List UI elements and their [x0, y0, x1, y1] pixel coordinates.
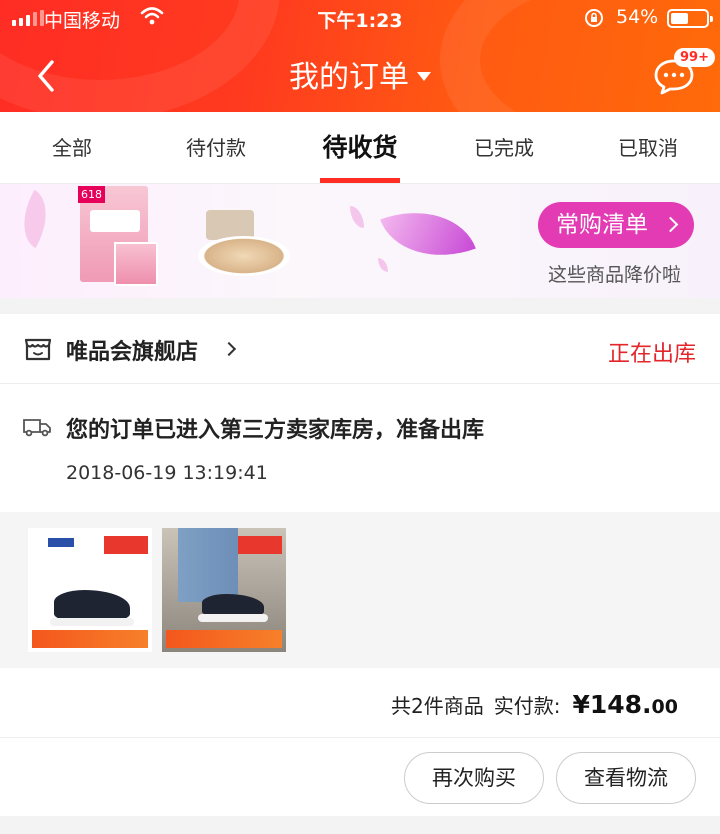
frequent-purchases-label: 常购清单	[556, 212, 648, 238]
promo-banner[interactable]: 618 常购清单 这些商品降价啦	[0, 184, 720, 298]
store-name: 唯品会旗舰店	[66, 340, 199, 365]
battery-percent: 54%	[616, 6, 659, 28]
view-logistics-button[interactable]: 查看物流	[556, 752, 696, 804]
status-time: 下午1:23	[317, 10, 403, 32]
order-items[interactable]	[0, 512, 720, 668]
sneaker-image	[50, 590, 134, 626]
petal-decoration	[380, 192, 476, 276]
battery-icon	[667, 9, 713, 28]
page-title-text: 我的订单	[289, 60, 409, 95]
snack-plate-image	[198, 236, 290, 276]
promo-tag	[238, 536, 282, 554]
petal-decoration	[9, 189, 61, 249]
tab-cancelled[interactable]: 已取消	[576, 112, 720, 183]
shipping-info[interactable]: 您的订单已进入第三方卖家库房，准备出库 2018-06-19 13:19:41	[0, 384, 720, 512]
tab-label: 已完成	[474, 136, 534, 160]
caret-down-icon	[417, 72, 431, 81]
tab-pending-receipt[interactable]: 待收货	[288, 112, 432, 183]
store-row[interactable]: 唯品会旗舰店 正在出库	[0, 314, 720, 384]
tab-label: 待收货	[322, 133, 398, 162]
tab-label: 已取消	[618, 136, 678, 160]
jeans-image	[178, 528, 238, 602]
message-count-badge: 99+	[674, 48, 715, 67]
item-count: 共2件商品	[390, 694, 484, 718]
status-bar: 中国移动 下午1:23 54%	[0, 0, 720, 36]
chevron-right-icon	[221, 341, 237, 357]
petal-decoration	[350, 206, 364, 228]
paid-amount: ¥148.	[572, 690, 652, 719]
product-thumbnail[interactable]	[162, 528, 286, 652]
tab-label: 待付款	[186, 136, 246, 160]
rotation-lock-icon	[585, 9, 603, 27]
tab-label: 全部	[52, 136, 92, 160]
buy-again-button[interactable]: 再次购买	[404, 752, 544, 804]
tab-all[interactable]: 全部	[0, 112, 144, 183]
promo-footer-strip	[32, 630, 148, 648]
order-total-row: 共2件商品 实付款: ¥148. 00	[0, 668, 720, 738]
promo-618-tag: 618	[78, 186, 105, 203]
shipping-message: 您的订单已进入第三方卖家库房，准备出库	[66, 418, 485, 443]
product-thumbnail[interactable]	[28, 528, 152, 652]
promo-footer-strip	[166, 630, 282, 648]
milk-small-image	[114, 242, 158, 286]
paid-label: 实付款:	[493, 694, 561, 718]
petal-decoration	[378, 258, 388, 272]
tab-completed[interactable]: 已完成	[432, 112, 576, 183]
store-icon	[24, 338, 52, 361]
banner-subtitle: 这些商品降价啦	[548, 264, 682, 286]
tab-pending-payment[interactable]: 待付款	[144, 112, 288, 183]
page-title[interactable]: 我的订单	[0, 52, 720, 96]
order-total: 共2件商品 实付款: ¥148. 00	[391, 690, 678, 719]
brand-logo	[48, 538, 74, 547]
active-tab-indicator	[320, 178, 400, 183]
order-tabs: 全部 待付款 待收货 已完成 已取消	[0, 112, 720, 184]
chevron-right-icon	[662, 216, 679, 233]
order-card: 唯品会旗舰店 正在出库 您的订单已进入第三方卖家库房，准备出库 2018-06-…	[0, 314, 720, 834]
app-header: 中国移动 下午1:23 54% 我的订单 99+	[0, 0, 720, 112]
page-bottom-gap	[0, 816, 720, 834]
shipping-time: 2018-06-19 13:19:41	[66, 462, 268, 484]
truck-icon	[23, 419, 51, 437]
frequent-purchases-button[interactable]: 常购清单	[538, 202, 694, 248]
paid-amount-cents: 00	[651, 696, 678, 718]
order-status: 正在出库	[607, 342, 696, 367]
promo-tag	[104, 536, 148, 554]
